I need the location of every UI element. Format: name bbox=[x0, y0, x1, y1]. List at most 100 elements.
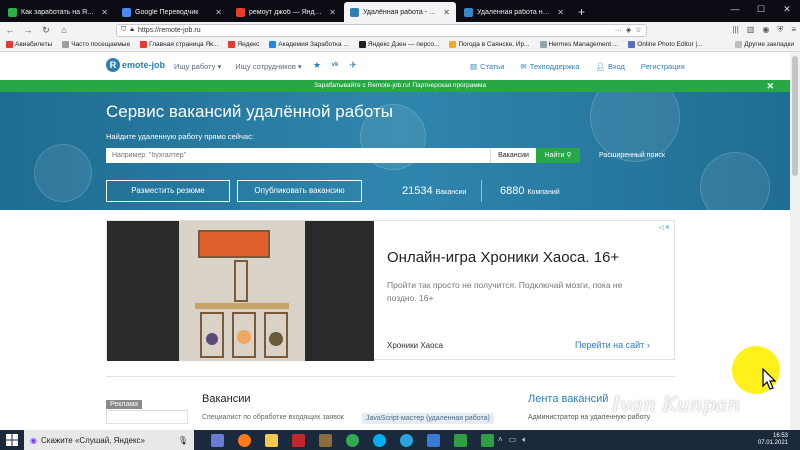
skype-icon[interactable] bbox=[368, 431, 390, 449]
scrollbar-thumb[interactable] bbox=[792, 56, 798, 176]
calculator-icon[interactable] bbox=[206, 431, 228, 449]
home-icon[interactable]: ⌂ bbox=[58, 25, 70, 35]
close-icon[interactable]: ✕ bbox=[215, 8, 222, 17]
microphone-icon[interactable]: 🎙︎ bbox=[178, 436, 188, 445]
taskbar-apps bbox=[206, 431, 498, 449]
forward-icon[interactable]: → bbox=[22, 25, 34, 35]
vacancy-item[interactable]: Специалист по обработке входящих заявок bbox=[202, 414, 344, 421]
close-icon[interactable]: ✕ bbox=[101, 8, 108, 17]
ad-box[interactable] bbox=[106, 410, 188, 424]
lock-icon[interactable]: 🔒︎ bbox=[130, 26, 134, 34]
camtasia-icon[interactable] bbox=[449, 431, 471, 449]
sidebar-icon[interactable]: ▥ bbox=[747, 25, 755, 35]
ad-title[interactable]: Онлайн-игра Хроники Хаоса. 16+ bbox=[387, 249, 619, 266]
support-link[interactable]: ✉ Техподдержка bbox=[520, 62, 579, 71]
ad-image[interactable] bbox=[107, 221, 374, 361]
library-icon[interactable]: ||| bbox=[733, 25, 739, 35]
new-tab-button[interactable]: + bbox=[570, 2, 593, 22]
bookmark-item[interactable]: Яндекс bbox=[228, 41, 259, 48]
site-logo[interactable]: R emote-job bbox=[106, 58, 165, 72]
feed-heading[interactable]: Лента вакансий bbox=[528, 393, 608, 405]
close-icon[interactable]: ✕ bbox=[557, 8, 564, 17]
chevron-up-icon[interactable]: ˄ bbox=[498, 435, 503, 445]
browser-tab-4[interactable]: Удалённая работа - вакансии ✕ bbox=[344, 2, 456, 22]
account-icon[interactable]: ◉ bbox=[762, 25, 769, 35]
clock-date: 07.01.2021 bbox=[757, 440, 788, 446]
bookmark-item[interactable]: Погода в Саянске, Ир... bbox=[449, 41, 530, 48]
user-icon: 👤︎ bbox=[595, 62, 605, 71]
volume-icon[interactable]: 🔈︎ bbox=[522, 435, 527, 445]
post-vacancy-button[interactable]: Опубликовать вакансию bbox=[237, 180, 362, 202]
browser-tab-1[interactable]: Как заработать на Яндекс Дзен ✕ bbox=[2, 2, 114, 22]
system-clock[interactable]: 16:53 07.01.2021 bbox=[758, 433, 788, 447]
search-scope-select[interactable]: Вакансии bbox=[490, 148, 536, 163]
browser-tab-5[interactable]: Удаленная работа на дому и ✕ bbox=[458, 2, 570, 22]
url-text[interactable]: https://remote-job.ru bbox=[138, 27, 201, 34]
telegram-icon[interactable] bbox=[395, 431, 417, 449]
maximize-icon[interactable]: ☐ bbox=[748, 0, 774, 18]
star-icon[interactable]: ☆ bbox=[635, 26, 641, 34]
post-resume-button[interactable]: Разместить резюме bbox=[106, 180, 230, 202]
twitter-icon[interactable]: ✈ bbox=[348, 60, 358, 70]
bookmark-item[interactable]: Яндекс Дзен — персо... bbox=[358, 41, 439, 48]
close-icon[interactable]: ✕ bbox=[766, 80, 774, 92]
login-link[interactable]: 👤︎ Вход bbox=[595, 62, 625, 71]
ad-banner[interactable]: Онлайн-игра Хроники Хаоса. 16+ Пройти та… bbox=[106, 220, 675, 361]
taskbar-search[interactable]: ◉ Скажите «Слушай, Яндекс» 🎙︎ bbox=[24, 430, 194, 450]
decor-circle bbox=[34, 144, 92, 202]
search-icon: ⚲ bbox=[566, 152, 572, 159]
tab-favicon bbox=[122, 7, 131, 17]
menu-icon[interactable]: ≡ bbox=[791, 25, 796, 35]
camtasia-recorder-icon[interactable] bbox=[476, 431, 498, 449]
pocket-icon[interactable]: ◈ bbox=[626, 26, 631, 34]
close-icon[interactable]: ✕ bbox=[443, 8, 450, 17]
advanced-search-link[interactable]: Расширенный поиск bbox=[599, 152, 665, 159]
search-button[interactable]: Найти ⚲ bbox=[536, 148, 580, 163]
network-icon[interactable]: ▭ bbox=[509, 435, 517, 445]
minimize-icon[interactable]: — bbox=[722, 0, 748, 18]
back-icon[interactable]: ← bbox=[4, 25, 16, 35]
address-bar[interactable]: ⛉ 🔒︎ https://remote-job.ru ··· ◈ ☆ bbox=[116, 23, 647, 37]
shield-icon[interactable]: ⛉ bbox=[121, 26, 126, 34]
browser-tab-2[interactable]: Google Переводчик ✕ bbox=[116, 2, 228, 22]
close-icon[interactable]: ✕ bbox=[329, 8, 336, 17]
ad-link[interactable]: Перейти на сайт › bbox=[575, 340, 650, 350]
start-button[interactable] bbox=[0, 430, 24, 450]
vacancy-tag[interactable]: JavaScript-мастер (удаленная работа) bbox=[362, 413, 494, 424]
articles-link[interactable]: ▤ Статьи bbox=[470, 62, 504, 71]
browser-tab-3[interactable]: ремоут джоб — Яндекс: нашл✕ bbox=[230, 2, 342, 22]
nav-find-employees[interactable]: Ищу сотрудников ▾ bbox=[235, 62, 301, 71]
paint-icon[interactable] bbox=[314, 431, 336, 449]
bookmark-item[interactable]: Hermes Management ... bbox=[539, 41, 618, 48]
close-window-icon[interactable]: ✕ bbox=[774, 0, 800, 18]
adchoices-icon[interactable]: ◁ ✕ bbox=[659, 224, 670, 231]
companies-count: 6880 bbox=[500, 185, 525, 197]
mail-icon[interactable] bbox=[287, 431, 309, 449]
ublock-icon[interactable]: ⛨ bbox=[777, 25, 783, 35]
reload-icon[interactable]: ↻ bbox=[40, 25, 52, 36]
bookmark-item[interactable]: Online Photo Editor |... bbox=[628, 41, 703, 48]
search-input[interactable] bbox=[106, 148, 490, 163]
taskbar-search-text[interactable]: Скажите «Слушай, Яндекс» bbox=[41, 436, 145, 445]
firefox-icon[interactable] bbox=[233, 431, 255, 449]
chrome-icon[interactable] bbox=[341, 431, 363, 449]
promo-banner[interactable]: Зарабатывайте с Remote-job.ru! Партнерск… bbox=[0, 80, 800, 92]
nav-find-work[interactable]: Ищу работу ▾ bbox=[174, 62, 221, 71]
register-link[interactable]: Регистрация bbox=[641, 62, 685, 71]
more-icon[interactable]: ··· bbox=[615, 27, 622, 34]
bookmark-item[interactable]: Часто посещаемые bbox=[62, 41, 130, 48]
star-icon[interactable]: ★ bbox=[312, 60, 322, 70]
toolbar-icons: ||| ▥ ◉ ⛨ ≡ bbox=[733, 25, 796, 35]
page-scrollbar[interactable] bbox=[790, 52, 800, 430]
uploader-icon[interactable] bbox=[422, 431, 444, 449]
other-bookmarks[interactable]: Другие закладки bbox=[735, 41, 794, 48]
social-links: ★ vk ✈ bbox=[312, 60, 358, 70]
bookmark-item[interactable]: Авиабилеты bbox=[6, 41, 52, 48]
bookmarks-bar: Авиабилеты Часто посещаемые Главная стра… bbox=[0, 38, 800, 52]
promo-text[interactable]: Зарабатывайте с Remote-job.ru! Партнерск… bbox=[314, 82, 486, 89]
bookmark-item[interactable]: Академия Заработка ... bbox=[269, 41, 349, 48]
header-links: ▤ Статьи ✉ Техподдержка 👤︎ Вход Регистрация bbox=[470, 62, 685, 71]
explorer-icon[interactable] bbox=[260, 431, 282, 449]
vk-icon[interactable]: vk bbox=[330, 60, 340, 70]
bookmark-item[interactable]: Главная страница Як... bbox=[140, 41, 218, 48]
